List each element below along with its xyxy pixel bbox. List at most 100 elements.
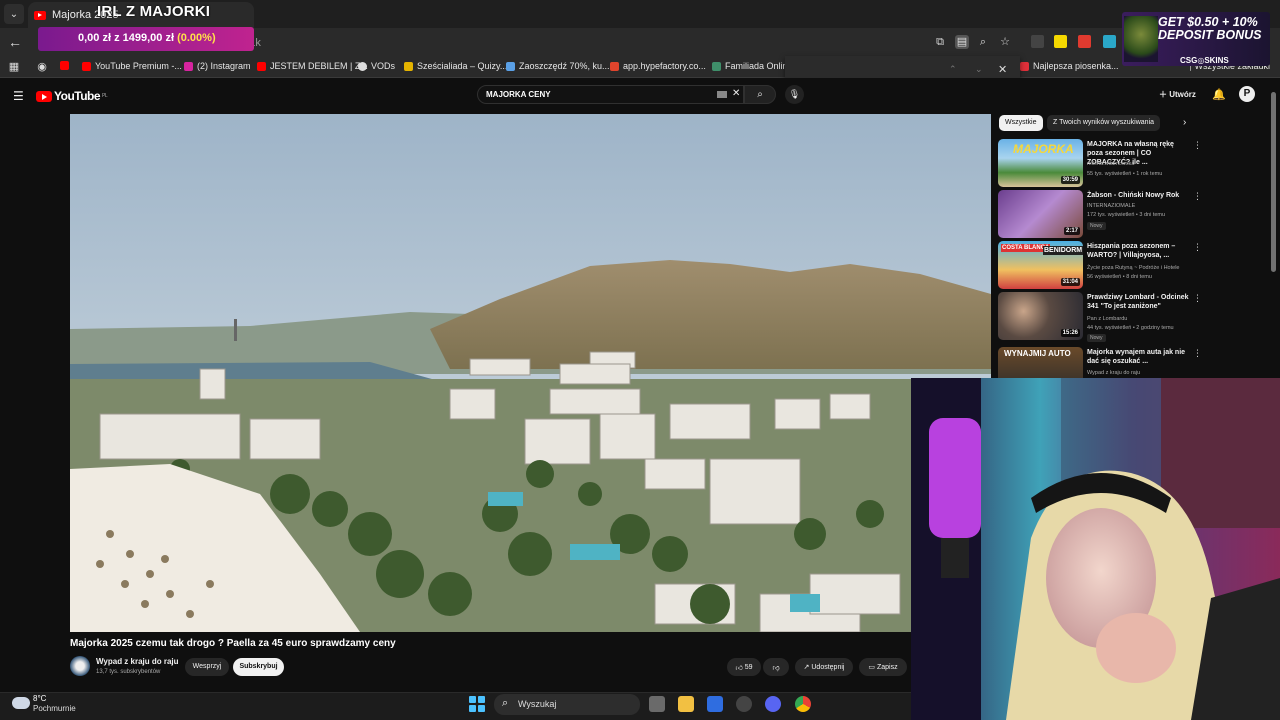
weather-temperature[interactable]: 8°C [33, 694, 46, 703]
find-prev-icon[interactable]: ⌃ [949, 64, 957, 75]
recommendation-item[interactable]: COSTA BLANCA BENIDORM 31:04 Hiszpania po… [998, 241, 1258, 291]
extension-icon[interactable] [1031, 35, 1044, 48]
video-thumbnail: 2:17 [998, 190, 1083, 238]
more-options-icon[interactable]: ⋮ [1193, 242, 1202, 253]
find-next-icon[interactable]: ⌄ [975, 64, 983, 75]
save-button[interactable]: ▭ Zapisz [859, 658, 907, 676]
bookmark-item[interactable]: Najlepsza piosenka... [1020, 61, 1119, 71]
search-input[interactable]: MAJORKA CENY ✕ [477, 85, 744, 104]
recommendation-title: Prawdziwy Lombard - Odcinek 341 "To jest… [1087, 294, 1189, 310]
weather-description[interactable]: Pochmurnie [33, 704, 76, 713]
video-player[interactable] [70, 114, 991, 632]
subscriber-count: 13,7 tys. subskrybentów [96, 669, 161, 675]
bookmark-item[interactable]: YouTube Premium -... [82, 61, 182, 71]
youtube-play-icon [36, 90, 52, 102]
search-icon: ⌕ [757, 89, 763, 100]
promo-brand: CSG◎SKINS [1180, 56, 1229, 65]
webcam-feed-image [911, 378, 1280, 720]
account-avatar[interactable]: P [1239, 86, 1255, 102]
more-options-icon[interactable]: ⋮ [1193, 191, 1202, 202]
donation-percent: (0.00%) [177, 32, 216, 44]
bookmark-item[interactable]: Familiada Online [712, 61, 793, 71]
recommendation-meta: 55 tys. wyświetleń • 1 rok temu [1087, 171, 1163, 177]
channel-name[interactable]: Wypad z kraju do raju [96, 657, 179, 666]
extension-icon[interactable] [1103, 35, 1116, 48]
share-button[interactable]: ↗ Udostępnij [795, 658, 853, 676]
app-icon[interactable] [736, 696, 752, 712]
bookmark-item[interactable]: JESTEM DEBILEM | Z... [257, 61, 368, 71]
video-thumbnail: 15:26 [998, 292, 1083, 340]
tab-search-button[interactable]: ⌄ [4, 4, 24, 24]
hamburger-menu-icon[interactable]: ☰ [13, 89, 24, 103]
video-thumbnail: MAJORKA 30:59 [998, 139, 1083, 187]
cloud-weather-icon[interactable] [12, 697, 30, 709]
bookmark-item[interactable]: VODs [358, 61, 395, 71]
back-arrow-icon[interactable]: ← [8, 34, 22, 50]
windows-start-icon[interactable] [469, 696, 485, 712]
video-title: Majorka 2025 czemu tak drogo ? Paella za… [70, 638, 396, 649]
chrome-icon[interactable] [795, 696, 811, 712]
bookmark-youtube[interactable] [60, 61, 73, 70]
recommendation-item[interactable]: WYNAJMIJ AUTO Majorka wynajem auta jak n… [998, 347, 1258, 379]
apps-grid-icon[interactable]: ▦ [7, 60, 21, 74]
promo-text: GET $0.50 + 10% DEPOSIT BONUS [1158, 15, 1262, 42]
more-options-icon[interactable]: ⋮ [1193, 348, 1202, 359]
subscribe-button[interactable]: Subskrybuj [233, 658, 284, 676]
recommendation-meta: 172 tys. wyświetleń • 3 dni temu [1087, 212, 1166, 218]
bookmark-item[interactable]: Zaoszczędź 70%, ku... [506, 61, 610, 71]
store-icon[interactable] [707, 696, 723, 712]
zoom-icon[interactable]: ⌕ [976, 35, 990, 49]
support-button[interactable]: Wesprzyj [185, 658, 229, 676]
share-icon: ↗ [803, 664, 810, 671]
notifications-bell-icon[interactable]: 🔔 [1212, 88, 1226, 101]
youtube-logo[interactable]: YouTube PL [36, 89, 108, 103]
file-explorer-icon[interactable] [678, 696, 694, 712]
like-button[interactable]: 👍︎ 59 [727, 658, 761, 676]
discord-icon[interactable] [765, 696, 781, 712]
thumbs-down-icon: 👎︎ [772, 664, 780, 672]
channel-avatar[interactable] [70, 656, 90, 676]
recommendation-channel: Wypad z kraju do raju [1087, 370, 1141, 376]
chip-all[interactable]: Wszystkie [999, 115, 1043, 131]
recommendation-item[interactable]: MAJORKA 30:59 MAJORKA na własną rękę poz… [998, 139, 1258, 189]
new-badge: Nowy [1087, 222, 1106, 230]
page-scrollbar[interactable] [1271, 92, 1276, 272]
streamer-webcam-overlay [911, 378, 1280, 720]
recommendation-meta: 56 wyświetleń • 8 dni temu [1087, 274, 1152, 280]
recommendation-channel: milena.wilamowska [1087, 161, 1135, 167]
bookmark-item[interactable]: Sześcialiada – Quizy... [404, 61, 507, 71]
chip-from-search[interactable]: Z Twoich wyników wyszukiwania [1047, 115, 1161, 131]
recommendation-meta: 44 tys. wyświetleń • 2 godziny temu [1087, 325, 1174, 331]
more-options-icon[interactable]: ⋮ [1193, 293, 1202, 304]
promo-character-image [1124, 16, 1158, 62]
task-view-icon[interactable] [649, 696, 665, 712]
recommendation-channel: Pan z Lombardu [1087, 316, 1128, 322]
bookmark-star-icon[interactable]: ☆ [998, 35, 1012, 49]
search-icon: ⌕ [502, 697, 509, 709]
close-icon[interactable]: ✕ [998, 63, 1007, 76]
recommendation-item[interactable]: 15:26 Prawdziwy Lombard - Odcinek 341 "T… [998, 292, 1258, 342]
bookmark-icon[interactable]: ◉ [35, 60, 49, 74]
cast-icon[interactable]: ⧉ [933, 35, 947, 49]
extension-icon[interactable] [1078, 35, 1091, 48]
recommendation-item[interactable]: 2:17 Żabson - Chiński Nowy Rok INTERNAZI… [998, 190, 1258, 240]
clear-search-icon[interactable]: ✕ [732, 88, 740, 99]
bookmark-item[interactable]: (2) Instagram [184, 61, 251, 71]
recommendation-channel: INTERNAZIOMALE [1087, 203, 1136, 209]
create-button[interactable]: ＋ Utwórz [1159, 89, 1196, 100]
taskbar-search-input[interactable]: ⌕ Wyszukaj [494, 694, 640, 715]
donation-target: 1499,00 zł [122, 32, 175, 44]
chevron-right-icon[interactable]: › [1183, 117, 1186, 128]
bookmark-item[interactable]: app.hypefactory.co... [610, 61, 706, 71]
donation-current: 0,00 zł [78, 32, 112, 44]
voice-search-button[interactable]: 🎙 [785, 85, 804, 104]
reader-mode-icon[interactable]: ▤ [955, 35, 969, 49]
search-button[interactable]: ⌕ [744, 85, 776, 104]
more-options-icon[interactable]: ⋮ [1193, 140, 1202, 151]
recommendation-title: Żabson - Chiński Nowy Rok [1087, 192, 1180, 199]
dislike-button[interactable]: 👎︎ [763, 658, 789, 676]
extension-icon[interactable] [1054, 35, 1067, 48]
recommendation-title: Hiszpania poza sezonem – WARTO? | Villaj… [1087, 243, 1176, 259]
recommendation-channel: Życie poza Rutyną ~ Podróże i Hotele [1087, 265, 1180, 271]
keyboard-icon[interactable] [717, 91, 727, 98]
